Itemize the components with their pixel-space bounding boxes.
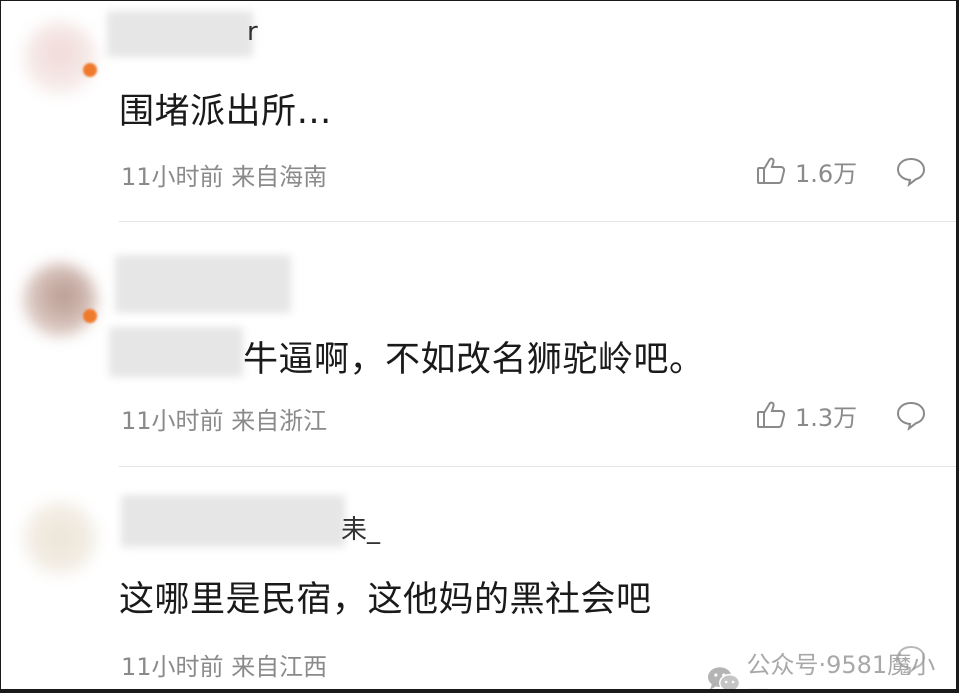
watermark: 公众号·9581魔小园 <box>707 645 956 689</box>
comment-time: 11小时前 <box>121 653 224 681</box>
username-tail: 耒_ <box>341 515 381 545</box>
thumbs-up-icon <box>757 401 786 428</box>
username-tail: r <box>247 17 258 47</box>
comment-location: 来自江西 <box>231 653 328 681</box>
comment-meta: 11小时前 来自海南 <box>121 157 327 192</box>
divider <box>119 466 956 467</box>
comment-text: 牛逼啊，不如改名狮驼岭吧。 <box>243 340 705 380</box>
comment-time: 11小时前 <box>121 163 224 191</box>
wechat-icon <box>707 667 741 689</box>
username-blurred[interactable] <box>107 11 253 57</box>
comment-list: r 围堵派出所… 11小时前 来自海南 1.6万 牛逼啊，不如改名狮驼岭吧。 1… <box>0 0 959 693</box>
comment-text: 这哪里是民宿，这他妈的黑社会吧 <box>119 580 652 620</box>
comment-meta: 11小时前 来自江西 <box>121 647 327 682</box>
comment-time: 11小时前 <box>121 407 224 435</box>
watermark-text: 公众号·9581魔小园 <box>746 651 936 689</box>
avatar[interactable] <box>23 263 97 337</box>
like-count: 1.6万 <box>795 159 858 188</box>
comment-meta: 11小时前 来自浙江 <box>121 401 327 436</box>
thumbs-up-icon <box>757 157 786 184</box>
like-button[interactable]: 1.3万 <box>755 399 858 432</box>
username-blurred[interactable] <box>121 495 345 547</box>
divider <box>119 221 956 222</box>
username-blurred[interactable] <box>115 255 291 313</box>
avatar[interactable] <box>23 21 97 95</box>
like-button[interactable]: 1.6万 <box>755 155 858 188</box>
comment-location: 来自海南 <box>231 163 328 191</box>
user-badge-icon <box>83 309 97 323</box>
comment-text: 围堵派出所… <box>119 92 333 132</box>
like-count: 1.3万 <box>795 403 858 432</box>
mention-blurred[interactable] <box>109 327 243 377</box>
comment-bubble-icon[interactable] <box>895 155 927 187</box>
user-badge-icon <box>83 63 97 77</box>
comment-bubble-icon[interactable] <box>895 399 927 431</box>
comment-location: 来自浙江 <box>231 407 328 435</box>
avatar[interactable] <box>23 501 97 575</box>
